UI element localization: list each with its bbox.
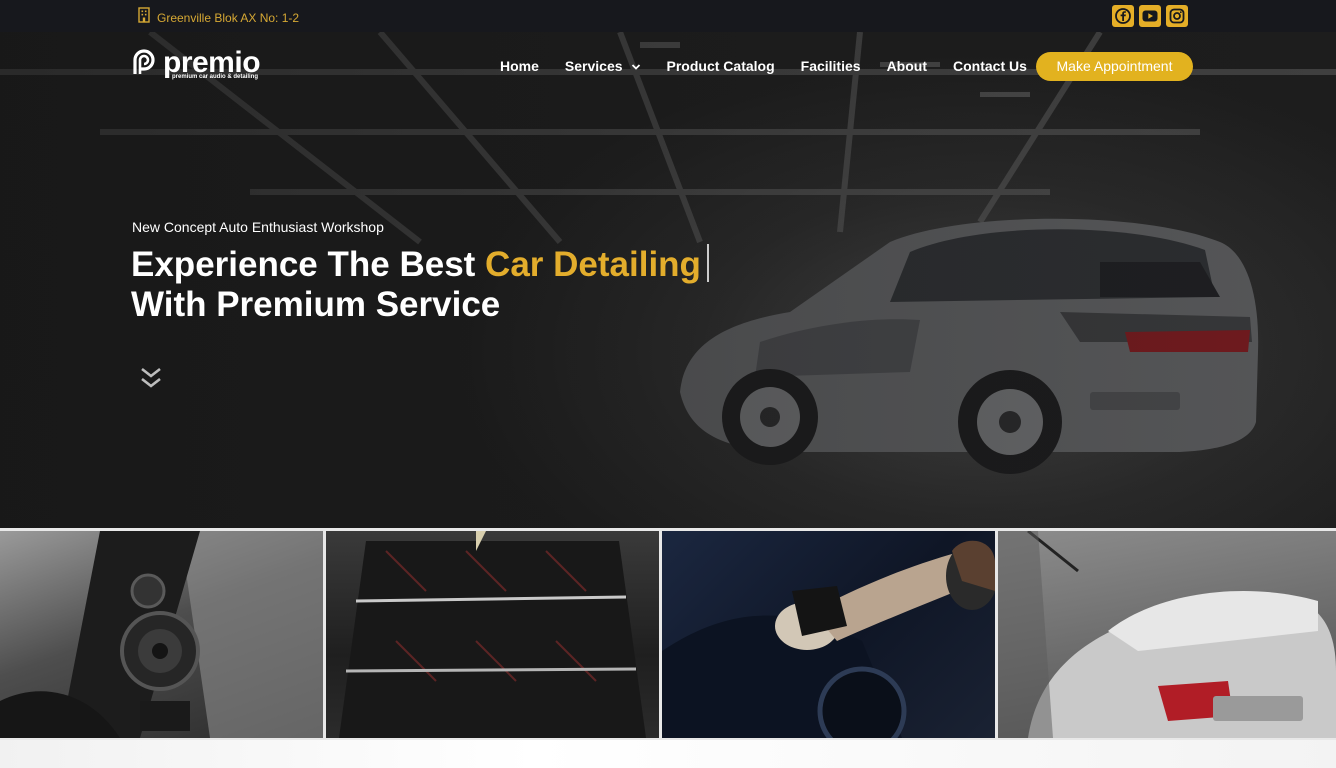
nav-services[interactable]: Services <box>565 56 641 76</box>
nav-contact-us[interactable]: Contact Us <box>953 56 1027 76</box>
facebook-icon[interactable] <box>1112 5 1134 27</box>
building-icon <box>137 7 151 28</box>
premio-logo-icon <box>131 48 159 81</box>
instagram-icon[interactable] <box>1166 5 1188 27</box>
nav-product-catalog[interactable]: Product Catalog <box>667 56 775 76</box>
brand-tagline: premium car audio & detailing <box>172 74 259 80</box>
headline-accent: Car Detailing <box>485 245 701 284</box>
nav-services-label: Services <box>564 58 623 74</box>
main-nav: Home Services Product Catalog Facilities… <box>500 56 1027 76</box>
gallery-image-foam-wash[interactable] <box>998 531 1336 738</box>
typing-caret <box>706 244 709 282</box>
headline-part2: With Premium Service <box>131 285 501 324</box>
nav-about[interactable]: About <box>887 56 927 76</box>
hero-headline: Experience The Best Car Detailing With P… <box>131 244 709 325</box>
gallery-image-car-audio[interactable] <box>0 531 323 738</box>
address-text: Greenville Blok AX No: 1-2 <box>157 10 300 25</box>
social-links <box>1112 5 1188 27</box>
gallery-image-sound-dampening[interactable] <box>326 531 659 738</box>
nav-home[interactable]: Home <box>500 56 539 76</box>
youtube-icon[interactable] <box>1139 5 1161 27</box>
top-bar: Greenville Blok AX No: 1-2 <box>0 0 1336 32</box>
brand-logo[interactable]: premio premium car audio & detailing <box>131 48 261 81</box>
nav-facilities[interactable]: Facilities <box>801 56 861 76</box>
hero-eyebrow: New Concept Auto Enthusiast Workshop <box>132 219 384 235</box>
headline-part1: Experience The Best <box>131 245 486 284</box>
address[interactable]: Greenville Blok AX No: 1-2 <box>137 7 299 28</box>
chevron-down-icon <box>631 56 641 76</box>
gallery-image-car-polishing[interactable] <box>662 531 995 738</box>
make-appointment-button[interactable]: Make Appointment <box>1036 52 1193 81</box>
service-gallery <box>0 528 1336 740</box>
chevron-double-down-icon[interactable] <box>140 366 162 395</box>
next-section-top <box>0 740 1336 768</box>
